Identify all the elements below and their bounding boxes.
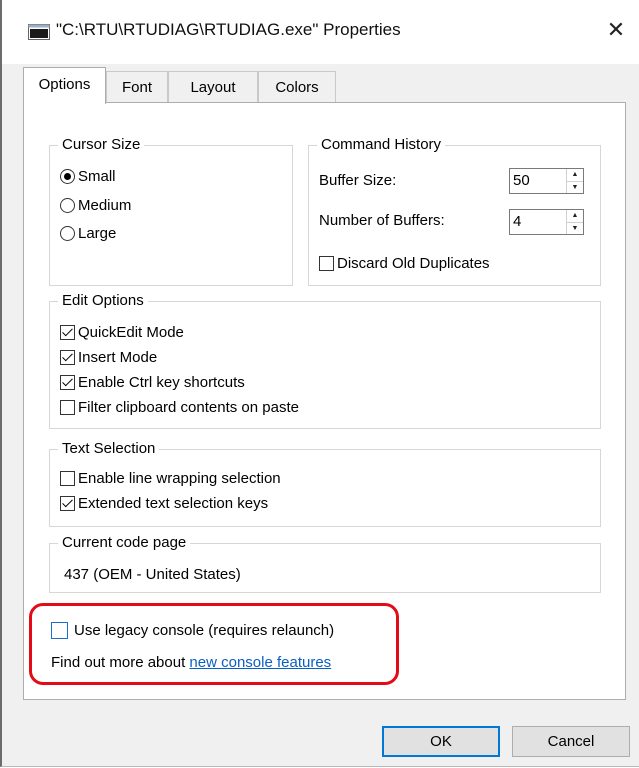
buffer-size-down-arrow-icon[interactable]: ▼	[567, 182, 583, 194]
extended-selection-option[interactable]: Extended text selection keys	[60, 495, 268, 512]
tab-font-label: Font	[121, 79, 152, 96]
window-title: "C:\RTU\RTUDIAG\RTUDIAG.exe" Properties	[56, 20, 401, 39]
buffer-size-up-arrow-icon[interactable]: ▲	[567, 169, 583, 182]
buffer-size-spinner[interactable]: 50 ▲ ▼	[509, 168, 584, 194]
insert-mode-checkbox[interactable]	[60, 350, 75, 365]
cursor-size-large-option[interactable]: Large	[60, 225, 116, 242]
close-button[interactable]: ✕	[602, 14, 630, 46]
number-of-buffers-spinner[interactable]: 4 ▲ ▼	[509, 209, 584, 235]
quickedit-mode-label: QuickEdit Mode	[78, 324, 184, 341]
code-page-value: 437 (OEM - United States)	[64, 566, 241, 583]
command-history-group: Command History Buffer Size: 50 ▲ ▼ Numb…	[308, 136, 601, 286]
cursor-size-medium-radio[interactable]	[60, 198, 75, 213]
tab-options-label: Options	[38, 76, 91, 93]
filter-clipboard-label: Filter clipboard contents on paste	[78, 399, 299, 416]
text-selection-group: Text Selection Enable line wrapping sele…	[49, 440, 601, 527]
discard-duplicates-checkbox[interactable]	[319, 256, 334, 271]
properties-window: "C:\RTU\RTUDIAG\RTUDIAG.exe" Properties …	[0, 0, 639, 767]
cursor-size-medium-label: Medium	[78, 197, 132, 214]
command-history-title: Command History	[317, 136, 446, 154]
extended-selection-label: Extended text selection keys	[78, 495, 269, 512]
number-of-buffers-label: Number of Buffers:	[319, 212, 445, 229]
code-page-title: Current code page	[58, 534, 191, 552]
cursor-size-title: Cursor Size	[58, 136, 145, 154]
ok-button[interactable]: OK	[382, 726, 500, 757]
quickedit-mode-option[interactable]: QuickEdit Mode	[60, 324, 184, 341]
highlight-annotation	[29, 603, 399, 685]
close-icon: ✕	[606, 17, 626, 42]
ctrl-shortcuts-checkbox[interactable]	[60, 375, 75, 390]
text-selection-title: Text Selection	[58, 440, 160, 458]
tab-colors[interactable]: Colors	[258, 71, 336, 102]
number-of-buffers-down-arrow-icon[interactable]: ▼	[567, 223, 583, 235]
cancel-button[interactable]: Cancel	[512, 726, 630, 757]
edit-options-group: Edit Options QuickEdit Mode Insert Mode …	[49, 292, 601, 429]
cursor-size-small-label: Small	[78, 168, 116, 185]
number-of-buffers-up-arrow-icon[interactable]: ▲	[567, 210, 583, 223]
line-wrapping-label: Enable line wrapping selection	[78, 470, 281, 487]
tab-font[interactable]: Font	[106, 71, 168, 102]
console-app-icon	[28, 24, 50, 40]
tab-layout[interactable]: Layout	[168, 71, 258, 102]
cursor-size-group: Cursor Size Small Medium Large	[49, 136, 293, 286]
insert-mode-label: Insert Mode	[78, 349, 158, 366]
extended-selection-checkbox[interactable]	[60, 496, 75, 511]
discard-duplicates-label: Discard Old Duplicates	[337, 255, 490, 272]
discard-duplicates-option[interactable]: Discard Old Duplicates	[319, 255, 490, 272]
tab-options[interactable]: Options	[23, 67, 106, 104]
edit-options-title: Edit Options	[58, 292, 148, 310]
filter-clipboard-option[interactable]: Filter clipboard contents on paste	[60, 399, 299, 416]
number-of-buffers-value[interactable]: 4	[510, 210, 566, 234]
buffer-size-label: Buffer Size:	[319, 172, 397, 189]
cursor-size-small-option[interactable]: Small	[60, 168, 116, 185]
cursor-size-large-radio[interactable]	[60, 226, 75, 241]
ctrl-shortcuts-option[interactable]: Enable Ctrl key shortcuts	[60, 374, 245, 391]
quickedit-mode-checkbox[interactable]	[60, 325, 75, 340]
filter-clipboard-checkbox[interactable]	[60, 400, 75, 415]
cursor-size-large-label: Large	[78, 225, 117, 242]
line-wrapping-option[interactable]: Enable line wrapping selection	[60, 470, 281, 487]
cursor-size-small-radio[interactable]	[60, 169, 75, 184]
buffer-size-value[interactable]: 50	[510, 169, 566, 193]
ctrl-shortcuts-label: Enable Ctrl key shortcuts	[78, 374, 245, 391]
line-wrapping-checkbox[interactable]	[60, 471, 75, 486]
insert-mode-option[interactable]: Insert Mode	[60, 349, 157, 366]
code-page-group: Current code page 437 (OEM - United Stat…	[49, 534, 601, 593]
cursor-size-medium-option[interactable]: Medium	[60, 197, 131, 214]
tab-layout-label: Layout	[190, 79, 236, 96]
buffer-size-arrows: ▲ ▼	[566, 169, 583, 193]
number-of-buffers-arrows: ▲ ▼	[566, 210, 583, 234]
tab-colors-label: Colors	[275, 79, 319, 96]
title-bar[interactable]: "C:\RTU\RTUDIAG\RTUDIAG.exe" Properties …	[2, 0, 639, 64]
